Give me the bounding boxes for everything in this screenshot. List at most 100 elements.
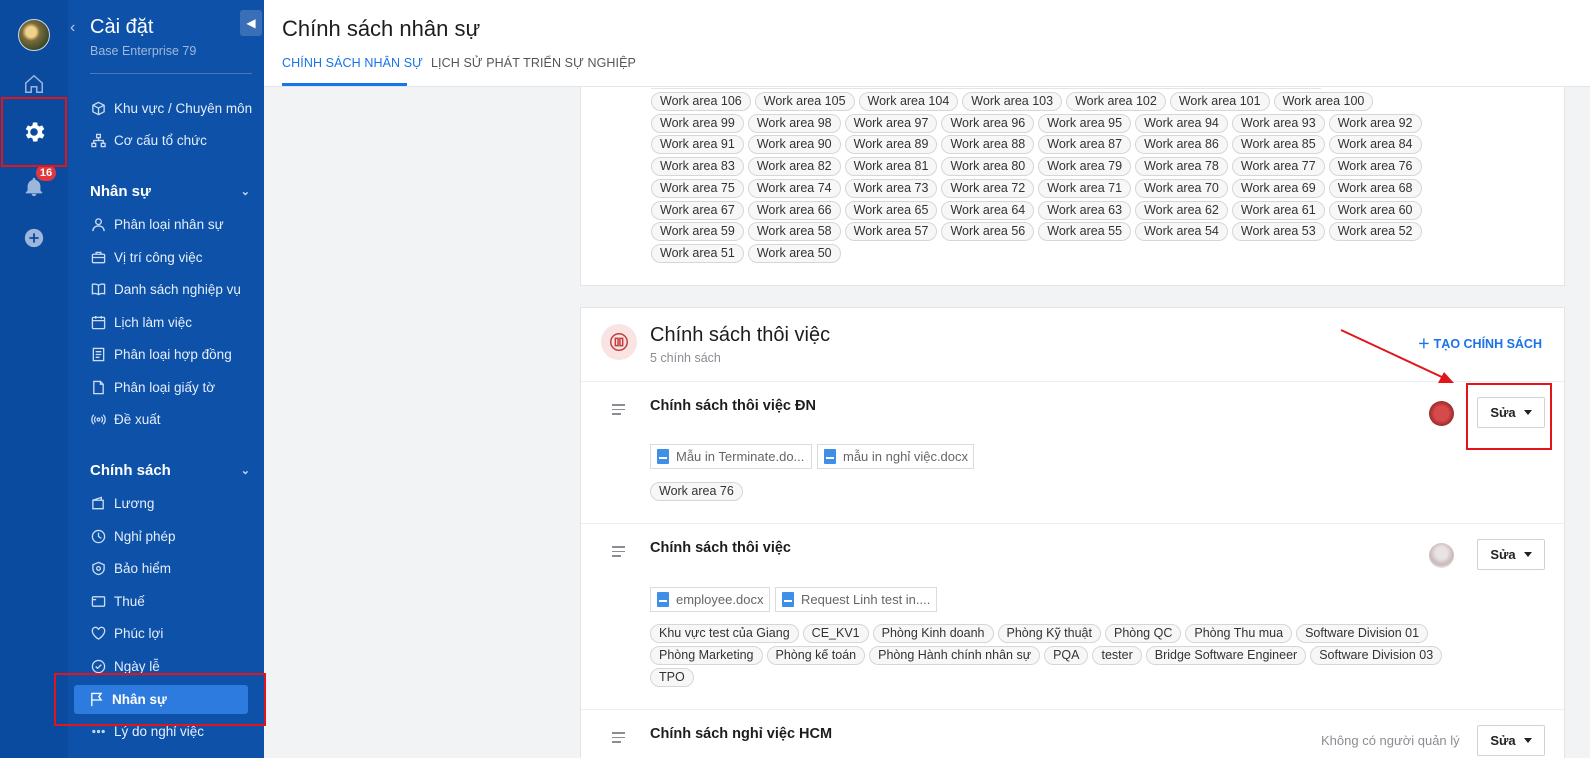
policy-count: 5 chính sách <box>650 351 721 365</box>
sidebar-item-org-structure[interactable]: Cơ cấu tổ chức <box>90 128 207 152</box>
sidebar-item-contract-type[interactable]: Phân loại hợp đồng <box>90 342 232 366</box>
policy-section-title: Chính sách thôi việc <box>650 324 831 346</box>
policy-row[interactable]: Chính sách nghỉ việc HCM Không có người … <box>581 709 1566 758</box>
collapse-sidebar-button[interactable]: ◀ <box>240 10 262 36</box>
work-area-tag: Work area 63 <box>1038 200 1132 220</box>
notification-badge: 16 <box>36 165 56 181</box>
work-area-panel: Work area 106 Work area 105 Work area 104 W… <box>580 87 1565 286</box>
attached-document[interactable]: Mẫu in Terminate.do... <box>650 444 812 469</box>
sidebar-item-leave[interactable]: Nghỉ phép <box>90 524 176 548</box>
work-area-tag: Work area 88 <box>941 135 1035 155</box>
department-tag: Phòng QC <box>1104 624 1182 643</box>
document-name: Mẫu in Terminate.do... <box>676 449 805 464</box>
tag-list: TPO <box>650 668 694 687</box>
scrolled-row-edge <box>651 79 1321 89</box>
department-tag: Phòng Kỹ thuật <box>997 624 1101 643</box>
policy-row[interactable]: Chính sách thôi việc ĐN Sửa Mẫu in Termi… <box>581 381 1566 523</box>
work-area-tag: Work area 71 <box>1038 178 1132 198</box>
highlight-box-settings <box>1 97 67 167</box>
sidebar-item-label: Thuế <box>114 593 145 609</box>
sidebar-item-salary[interactable]: Lương <box>90 491 154 515</box>
sidebar-item-insurance[interactable]: Bảo hiểm <box>90 556 171 580</box>
sidebar-item-label: Phúc lợi <box>114 625 164 641</box>
department-tag: Software Division 03 <box>1310 646 1443 665</box>
attached-document[interactable]: employee.docx <box>650 587 770 612</box>
docx-file-icon <box>782 592 794 607</box>
org-chart-icon <box>90 132 106 148</box>
sidebar-item-label: Ngày lễ <box>114 658 160 674</box>
sidebar-item-label: Danh sách nghiệp vụ <box>114 281 241 297</box>
sidebar-item-label: Khu vực / Chuyên môn <box>114 100 253 116</box>
work-area-tag: Work area 89 <box>844 135 938 155</box>
work-area-tag: Work area 70 <box>1135 178 1228 198</box>
drag-handle-icon[interactable] <box>612 732 625 746</box>
work-area-tag: Work area 51 <box>651 243 744 263</box>
sidebar-item-document-type[interactable]: Phân loại giấy tờ <box>90 375 215 399</box>
page-title: Chính sách nhân sự <box>282 16 481 41</box>
work-area-row: Work area 75 Work area 74 Work area 73 Work… <box>651 178 1422 198</box>
work-area-tag: Work area 94 <box>1135 113 1228 133</box>
attached-document[interactable]: mẫu in nghỉ việc.docx <box>817 444 974 469</box>
drag-handle-icon[interactable] <box>612 546 625 560</box>
sidebar-item-job-position[interactable]: Vị trí công việc <box>90 245 203 269</box>
home-icon[interactable] <box>22 72 46 96</box>
work-area-tag: Work area 91 <box>651 135 744 155</box>
sidebar-item-proposal[interactable]: Đề xuất <box>90 407 161 431</box>
policy-title[interactable]: Chính sách nghỉ việc HCM <box>650 726 832 742</box>
add-circle-icon[interactable] <box>22 226 46 250</box>
sidebar-title: Cài đặt <box>90 16 154 38</box>
chevron-down-icon: ⌄ <box>240 464 250 477</box>
sidebar-item-hr-type[interactable]: Phân loại nhân sự <box>90 212 224 236</box>
page-header: Chính sách nhân sự CHÍNH SÁCH NHÂN SỰ LỊ… <box>264 0 1590 87</box>
work-area-tag: Work area 87 <box>1038 135 1132 155</box>
work-area-row: Work area 59 Work area 58 Work area 57 Work… <box>651 222 1422 242</box>
work-area-tag: Work area 60 <box>1328 200 1422 220</box>
work-area-tag: Work area 93 <box>1231 113 1325 133</box>
work-area-tag: Work area 73 <box>844 178 938 198</box>
work-area-tag: Work area 55 <box>1038 222 1132 242</box>
edit-dropdown-button[interactable]: Sửa <box>1477 539 1545 570</box>
work-area-tag: Work area 83 <box>651 157 744 177</box>
sidebar-item-tax[interactable]: Thuế <box>90 589 145 613</box>
manager-avatar[interactable] <box>1429 543 1454 568</box>
policy-row[interactable]: Chính sách thôi việc Sửa employee.docx R… <box>581 523 1566 709</box>
wallet-icon <box>90 495 106 511</box>
create-policy-button[interactable]: ＋ TẠO CHÍNH SÁCH <box>1418 333 1542 352</box>
tag-list: Phòng Marketing Phòng kế toán Phòng Hành c… <box>650 646 1443 665</box>
sidebar-item-label: Nghỉ phép <box>114 528 176 544</box>
back-chevron-icon[interactable]: ‹ <box>70 19 75 37</box>
sidebar-section-hr[interactable]: Nhân sự ⌄ <box>90 179 250 203</box>
user-avatar[interactable] <box>18 19 50 51</box>
tab-career-history[interactable]: LỊCH SỬ PHÁT TRIỂN SỰ NGHIỆP <box>431 56 636 70</box>
user-icon <box>90 216 106 232</box>
edit-label: Sửa <box>1490 547 1516 562</box>
tax-icon <box>90 593 106 609</box>
cube-icon <box>90 100 106 116</box>
drag-handle-icon[interactable] <box>612 404 625 418</box>
calendar-icon <box>90 314 106 330</box>
docx-file-icon <box>657 592 669 607</box>
policy-title[interactable]: Chính sách thôi việc ĐN <box>650 398 816 414</box>
work-area-tag: Work area 104 <box>858 92 959 111</box>
policy-title[interactable]: Chính sách thôi việc <box>650 540 791 556</box>
attached-document[interactable]: Request Linh test in.... <box>775 587 937 612</box>
work-area-tag: Work area 57 <box>844 222 938 242</box>
work-area-tag: Work area 68 <box>1328 178 1422 198</box>
clock-icon <box>90 528 106 544</box>
manager-avatar[interactable] <box>1429 401 1454 426</box>
sidebar-item-benefits[interactable]: Phúc lợi <box>90 621 163 645</box>
department-tag: Bridge Software Engineer <box>1145 646 1307 665</box>
work-area-tag: Work area 80 <box>941 157 1035 177</box>
work-area-tag: Work area 100 <box>1273 92 1374 111</box>
tab-hr-policy[interactable]: CHÍNH SÁCH NHÂN SỰ <box>282 56 423 70</box>
sidebar-item-work-schedule[interactable]: Lịch làm việc <box>90 310 192 334</box>
sidebar-section-policy[interactable]: Chính sách ⌄ <box>90 458 250 482</box>
sidebar-item-label: Bảo hiểm <box>114 560 172 576</box>
sidebar-item-work-area[interactable]: Khu vực / Chuyên môn <box>90 96 252 120</box>
active-tab-indicator <box>282 83 407 86</box>
work-area-tag: Work area 54 <box>1135 222 1228 242</box>
sidebar-item-business-list[interactable]: Danh sách nghiệp vụ <box>90 277 241 301</box>
edit-dropdown-button[interactable]: Sửa <box>1477 725 1545 756</box>
work-area-tag: Work area 96 <box>941 113 1035 133</box>
work-area-tag: Work area 66 <box>747 200 841 220</box>
